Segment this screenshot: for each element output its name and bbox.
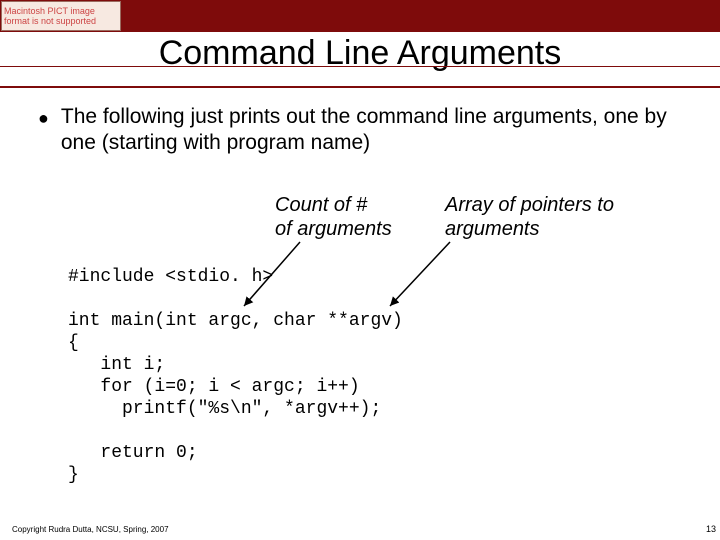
copyright: Copyright Rudra Dutta, NCSU, Spring, 200… [12, 525, 169, 534]
annotation-argv-line1: Array of pointers to [445, 194, 614, 216]
bullet-icon: ● [38, 104, 49, 132]
horizontal-rule [0, 86, 720, 88]
page-number: 13 [706, 524, 716, 534]
annotation-argc: Count of # of arguments [275, 193, 435, 241]
code-block: #include <stdio. h> int main(int argc, c… [68, 266, 403, 486]
pict-placeholder: Macintosh PICT image format is not suppo… [1, 1, 121, 31]
annotation-argc-line2: of arguments [275, 218, 392, 240]
bullet-item: ● The following just prints out the comm… [38, 104, 686, 157]
annotation-argc-line1: Count of # [275, 194, 367, 216]
body-content: ● The following just prints out the comm… [38, 104, 686, 157]
annotation-argv-line2: arguments [445, 218, 540, 240]
annotation-argv: Array of pointers to arguments [445, 193, 665, 241]
bullet-text: The following just prints out the comman… [61, 104, 686, 157]
pict-placeholder-text: Macintosh PICT image format is not suppo… [4, 6, 118, 26]
slide-title: Command Line Arguments [0, 34, 720, 73]
thin-underline [0, 66, 720, 67]
